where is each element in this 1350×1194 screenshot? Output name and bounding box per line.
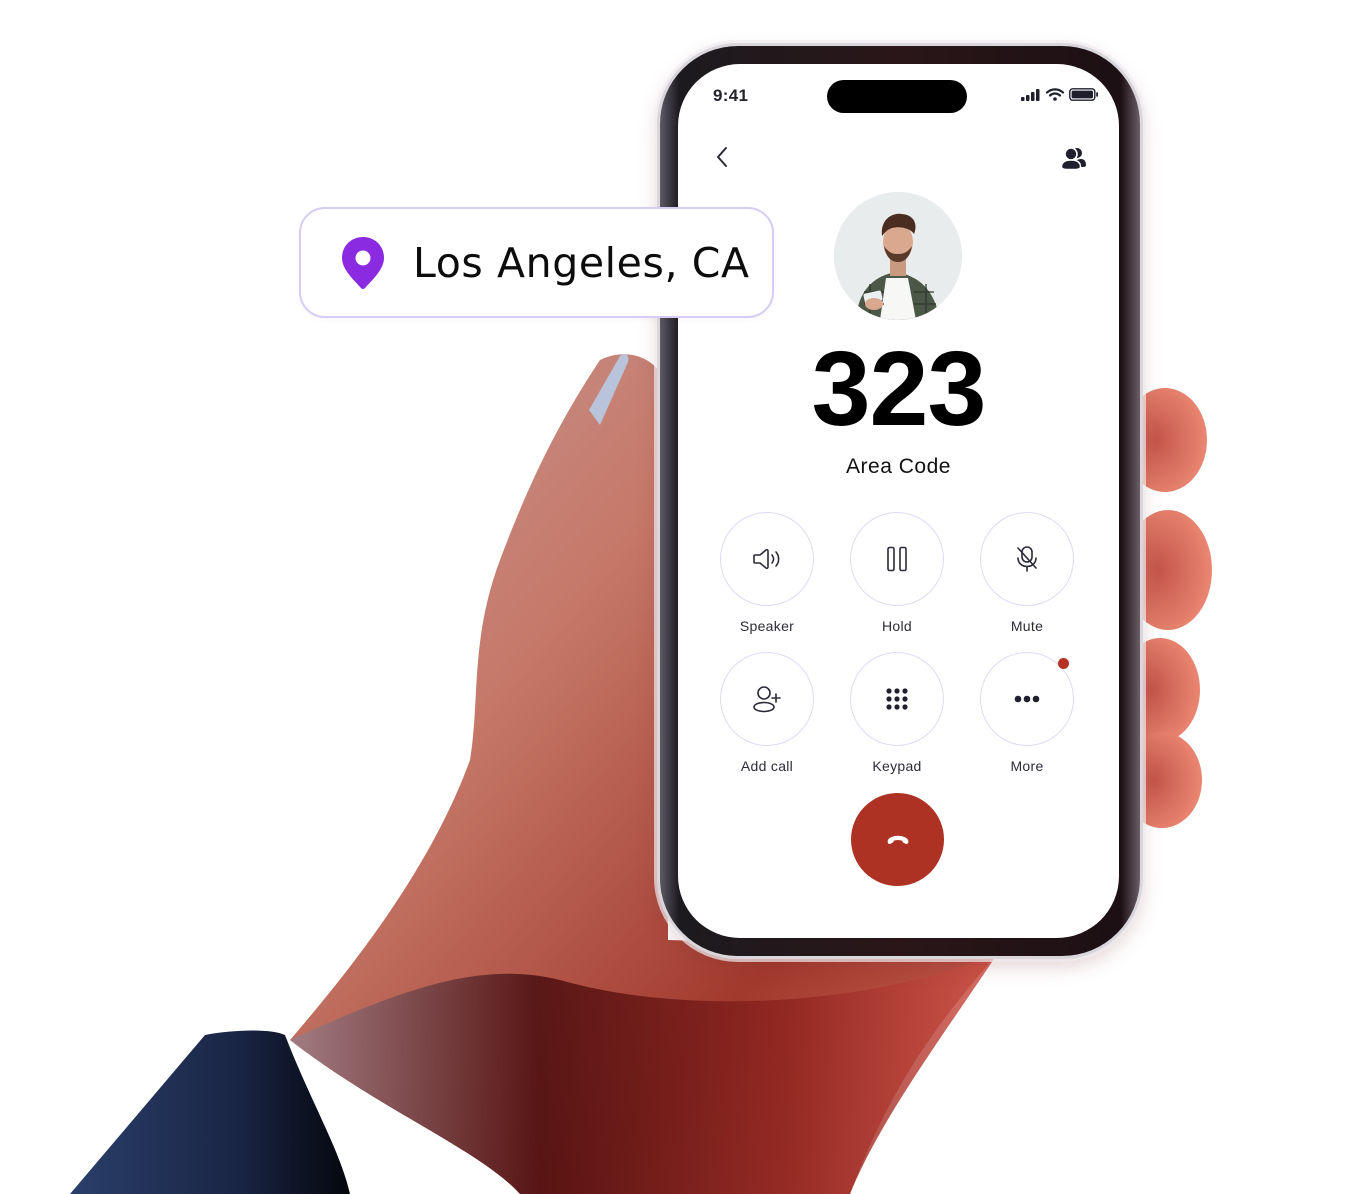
battery-icon <box>1069 88 1098 101</box>
status-bar: 9:41 <box>678 64 1119 128</box>
top-nav <box>678 139 1119 179</box>
signal-icon <box>1021 88 1040 101</box>
speaker-label: Speaker <box>739 618 795 634</box>
keypad-label: Keypad <box>872 758 922 774</box>
caller-photo <box>834 192 962 320</box>
speaker-button[interactable] <box>720 512 814 606</box>
more-control: More <box>980 652 1074 774</box>
mute-button[interactable] <box>980 512 1074 606</box>
mute-control: Mute <box>980 512 1074 634</box>
more-label: More <box>1010 758 1044 774</box>
map-pin-icon <box>342 236 384 289</box>
status-icons <box>1021 88 1099 101</box>
phone-device: 9:41 323 Area Code Speaker Hold Mute Add… <box>660 46 1140 956</box>
wifi-icon <box>1046 88 1064 101</box>
hold-label: Hold <box>882 618 912 634</box>
hold-button[interactable] <box>850 512 944 606</box>
location-badge: Los Angeles, CA <box>299 207 774 318</box>
chevron-left-icon <box>717 147 727 167</box>
area-code-number: 323 <box>811 330 987 448</box>
location-text: Los Angeles, CA <box>413 238 750 287</box>
add-call-label: Add call <box>740 758 794 774</box>
keypad-button[interactable] <box>850 652 944 746</box>
add-call-control: Add call <box>720 652 814 774</box>
notification-dot <box>1058 658 1069 669</box>
mic-off-icon <box>1017 546 1037 572</box>
more-dots-icon <box>1014 695 1040 703</box>
add-person-icon <box>753 686 781 713</box>
keypad-icon <box>886 688 908 710</box>
caller-avatar <box>834 192 962 320</box>
status-time: 9:41 <box>713 86 749 105</box>
mute-label: Mute <box>1010 618 1044 634</box>
area-code-label: Area Code <box>846 455 951 478</box>
keypad-control: Keypad <box>850 652 944 774</box>
hold-control: Hold <box>850 512 944 634</box>
hang-up-icon <box>887 835 908 844</box>
back-button[interactable] <box>708 143 736 171</box>
pause-icon <box>887 546 907 572</box>
more-button[interactable] <box>980 652 1074 746</box>
speaker-icon <box>753 548 780 570</box>
speaker-control: Speaker <box>720 512 814 634</box>
contacts-button[interactable] <box>1059 143 1089 173</box>
contacts-icon <box>1061 147 1086 170</box>
call-screen: 9:41 323 Area Code Speaker Hold Mute Add… <box>678 64 1119 938</box>
end-call-button[interactable] <box>851 793 944 886</box>
dynamic-island <box>827 80 967 113</box>
add-call-button[interactable] <box>720 652 814 746</box>
